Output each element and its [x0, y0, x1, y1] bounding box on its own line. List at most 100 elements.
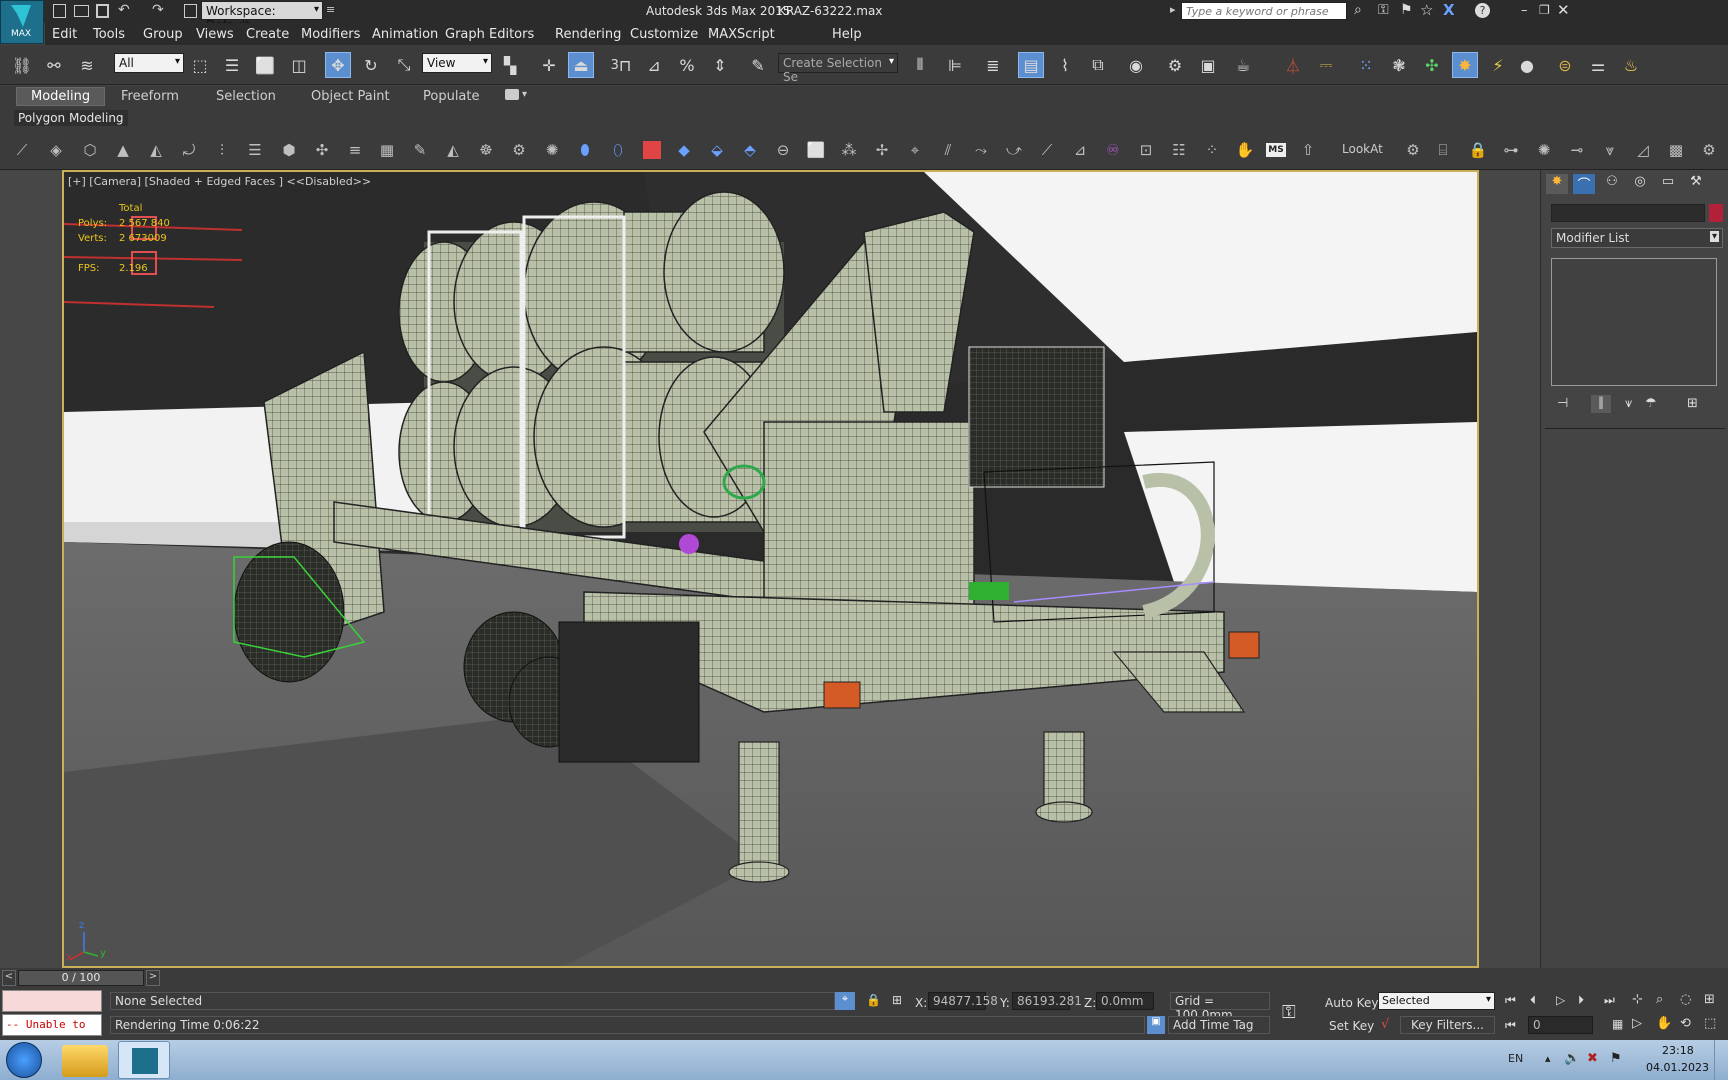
ribbon-tool-icon[interactable]: ◭: [441, 138, 465, 162]
maxscript-mini-listener-top[interactable]: [2, 990, 102, 1012]
configure-modifier-sets-icon[interactable]: ⊞: [1687, 396, 1698, 411]
select-move-icon[interactable]: ✥: [325, 52, 351, 78]
zoom-extents-icon[interactable]: ⊹: [1632, 992, 1643, 1007]
box-flat-icon[interactable]: ⬙: [705, 138, 729, 162]
help-icon[interactable]: ?: [1475, 3, 1490, 18]
maxscript-icon[interactable]: MS: [1264, 138, 1288, 162]
tool-d-icon[interactable]: ❃: [1386, 52, 1412, 78]
box-icon[interactable]: ◆: [672, 138, 696, 162]
select-object-icon[interactable]: ⬚: [187, 52, 213, 78]
ribbon-tool-icon[interactable]: ⤳: [969, 138, 993, 162]
key-tangent-icon[interactable]: √: [1381, 1017, 1389, 1032]
clock-time[interactable]: 23:18: [1662, 1044, 1694, 1057]
timeline-prev-icon[interactable]: <: [2, 970, 16, 986]
hierarchy-tab-icon[interactable]: ⚇: [1601, 174, 1623, 194]
language-indicator[interactable]: EN: [1508, 1052, 1523, 1065]
ribbon-tool-icon[interactable]: ⬜: [804, 138, 828, 162]
select-rotate-icon[interactable]: ↻: [358, 52, 384, 78]
clock-date[interactable]: 04.01.2023: [1646, 1061, 1709, 1074]
polygon-modeling-panel-label[interactable]: Polygon Modeling: [14, 110, 128, 126]
current-frame-field[interactable]: 0: [1528, 1016, 1593, 1034]
rendered-frame-window-icon[interactable]: ▣: [1195, 52, 1221, 78]
tube-icon[interactable]: ⬯: [606, 138, 630, 162]
search-arrow-icon[interactable]: ▸: [1170, 3, 1176, 16]
set-key-key-icon[interactable]: ⚿: [1282, 1002, 1296, 1023]
menu-create[interactable]: Create: [246, 27, 289, 42]
ribbon-tool-icon[interactable]: ⚙: [1401, 138, 1425, 162]
key-mode-toggle-icon[interactable]: ⏮: [1505, 1018, 1516, 1033]
tray-arrow-icon[interactable]: ▴: [1545, 1052, 1551, 1065]
ribbon-tool-icon[interactable]: ⊶: [1499, 138, 1523, 162]
isolate-toggle-icon[interactable]: ⌖: [835, 992, 855, 1010]
align-icon[interactable]: ⊫: [942, 52, 968, 78]
ribbon-tool-icon[interactable]: ⬢: [277, 138, 301, 162]
ribbon-tool-icon[interactable]: ▦: [375, 138, 399, 162]
time-tag-icon[interactable]: ▣: [1147, 1016, 1165, 1034]
search-input[interactable]: [1181, 2, 1347, 20]
select-scale-icon[interactable]: ⤡: [391, 52, 417, 78]
menu-rendering[interactable]: Rendering: [555, 27, 621, 42]
ribbon-tool-icon[interactable]: ✺: [1532, 138, 1556, 162]
volume-icon[interactable]: 🔊: [1564, 1051, 1580, 1066]
ribbon-tool-icon[interactable]: ⚙: [507, 138, 531, 162]
tool-g-icon[interactable]: ⚡: [1485, 52, 1511, 78]
percent-snap-icon[interactable]: %: [674, 52, 700, 78]
ribbon-tool-icon[interactable]: ⚙: [1697, 138, 1721, 162]
time-slider[interactable]: 0 / 100: [18, 970, 144, 986]
explorer-folder-icon[interactable]: [62, 1045, 108, 1077]
ribbon-tool-icon[interactable]: ⩔: [1598, 138, 1622, 162]
layer-explorer-icon[interactable]: ≣: [980, 52, 1006, 78]
ribbon-tool-icon[interactable]: ⤾: [177, 138, 201, 162]
tool-h-icon[interactable]: ●: [1514, 52, 1540, 78]
show-end-result-icon[interactable]: ‖: [1591, 395, 1611, 413]
ribbon-tool-icon[interactable]: ⟋: [1035, 138, 1059, 162]
display-tab-icon[interactable]: ▭: [1657, 174, 1679, 194]
reference-coordinate-dropdown[interactable]: View ▾: [422, 53, 492, 73]
modifier-stack-list[interactable]: [1551, 258, 1717, 386]
ribbon-tool-icon[interactable]: ⁂: [837, 138, 861, 162]
ribbon-tool-icon[interactable]: ☸: [474, 138, 498, 162]
menu-customize[interactable]: Customize: [630, 27, 698, 42]
ribbon-tool-icon[interactable]: ⊸: [1565, 138, 1589, 162]
ribbon-tool-icon[interactable]: ◿: [1631, 138, 1655, 162]
ribbon-tool-icon[interactable]: ✣: [310, 138, 334, 162]
maximize-viewport-icon[interactable]: ⊞: [1704, 992, 1715, 1007]
subscription-key-icon[interactable]: ⚿: [1378, 2, 1389, 18]
ribbon-tool-icon[interactable]: ♾: [1101, 138, 1125, 162]
orbit-icon[interactable]: ◌: [1680, 992, 1691, 1007]
time-configuration-icon[interactable]: ▦: [1612, 1017, 1623, 1031]
auto-key-button[interactable]: Auto Key: [1325, 996, 1378, 1010]
spinner-snap-icon[interactable]: ⇕: [707, 52, 733, 78]
menu-graph-editors[interactable]: Graph Editors: [445, 27, 534, 42]
create-tab-icon[interactable]: ✸: [1546, 174, 1568, 194]
menu-modifiers[interactable]: Modifiers: [301, 27, 360, 42]
ribbon-tool-icon[interactable]: ▲: [111, 138, 135, 162]
ribbon-tool-icon[interactable]: ⬡: [78, 138, 102, 162]
angle-snap-icon[interactable]: ⊿: [641, 52, 667, 78]
key-filters-button[interactable]: Key Filters...: [1400, 1016, 1495, 1034]
unlink-icon[interactable]: ⚯: [41, 52, 67, 78]
y-coordinate-field[interactable]: 86193.281: [1012, 992, 1082, 1010]
communication-icon[interactable]: ⚑: [1400, 2, 1413, 18]
ribbon-tool-icon[interactable]: ◈: [44, 138, 68, 162]
schematic-view-icon[interactable]: ⧉: [1085, 52, 1111, 78]
undo-icon[interactable]: ↶: [118, 2, 130, 18]
viewport-label[interactable]: [+] [Camera] [Shaded + Edged Faces ] <<D…: [68, 175, 371, 188]
tool-a-icon[interactable]: ⏃: [1280, 52, 1306, 78]
go-to-start-icon[interactable]: ⏮: [1505, 993, 1516, 1008]
tab-populate[interactable]: Populate: [423, 89, 480, 104]
redo-icon[interactable]: ↷: [152, 2, 164, 18]
absolute-mode-icon[interactable]: ⊞: [892, 993, 902, 1007]
cone-icon[interactable]: ⬘: [738, 138, 762, 162]
z-coordinate-field[interactable]: 0.0mm: [1096, 992, 1154, 1010]
timeline-track[interactable]: [162, 970, 1536, 986]
add-time-tag-button[interactable]: Add Time Tag: [1168, 1016, 1270, 1034]
perspective-viewport[interactable]: [+] [Camera] [Shaded + Edged Faces ] <<D…: [62, 170, 1479, 968]
tab-modeling[interactable]: Modeling: [16, 87, 106, 106]
ribbon-options-icon[interactable]: [505, 89, 519, 100]
material-editor-icon[interactable]: ◉: [1123, 52, 1149, 78]
menu-views[interactable]: Views: [196, 27, 234, 42]
object-color-swatch[interactable]: [1709, 204, 1723, 222]
menu-animation[interactable]: Animation: [372, 27, 438, 42]
start-button-icon[interactable]: [6, 1042, 42, 1078]
